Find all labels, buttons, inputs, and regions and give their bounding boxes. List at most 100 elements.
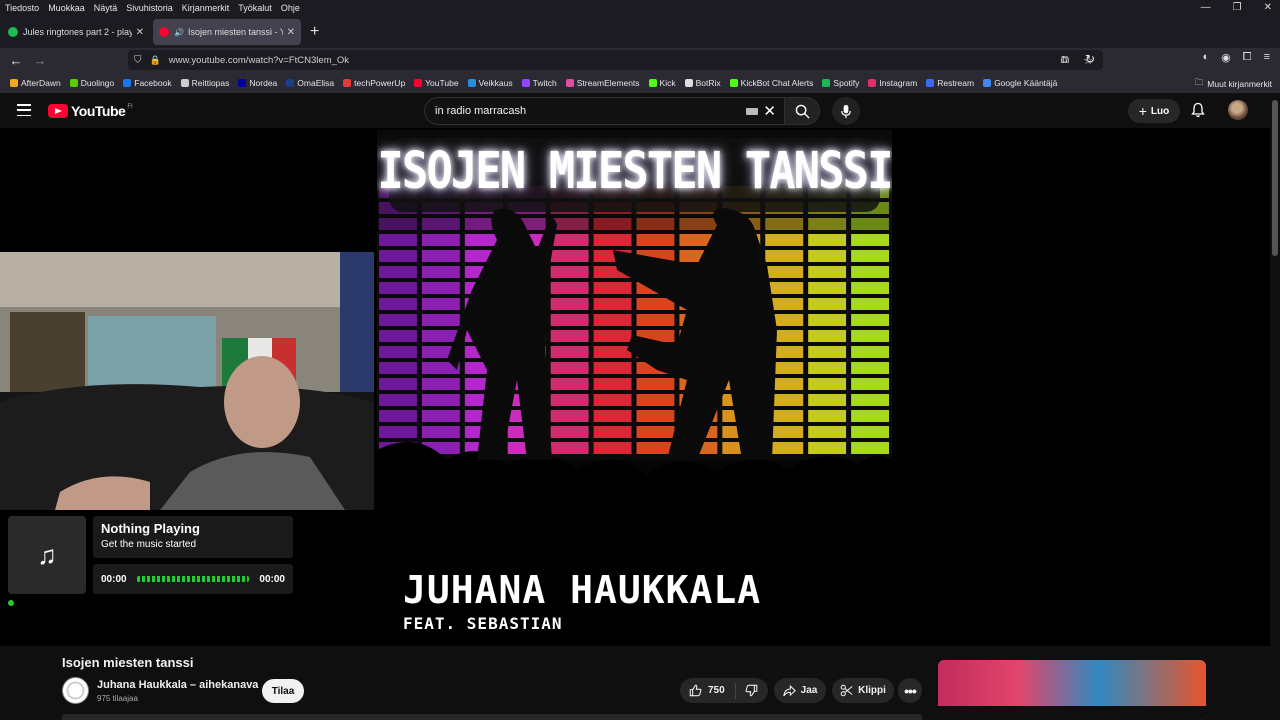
bookmark-label: OmaElisa xyxy=(297,77,335,88)
close-tab-icon[interactable]: ✕ xyxy=(287,27,295,38)
bookmark-label: Duolingo xyxy=(80,77,115,88)
subscriber-count: 975 tilaajaa xyxy=(97,694,138,703)
dislike-button[interactable] xyxy=(736,684,758,697)
share-label: Jaa xyxy=(800,685,818,696)
sidebar-ad-thumbnail[interactable] xyxy=(938,660,1206,720)
bookmark-favicon-icon xyxy=(238,78,247,87)
back-icon[interactable]: ← xyxy=(4,53,28,68)
bookmark-item[interactable]: Reittiopas xyxy=(180,78,229,88)
speaker-icon[interactable]: 🔊 xyxy=(174,28,184,37)
bookmark-item[interactable]: techPowerUp xyxy=(343,78,405,88)
bookmark-item[interactable]: AfterDawn xyxy=(10,78,61,88)
tab-playlist[interactable]: Jules ringtones part 2 - playlist ✕ xyxy=(2,19,150,45)
bookmark-item[interactable]: Spotify xyxy=(822,78,859,88)
shield-icon[interactable]: ⛉ xyxy=(134,55,142,66)
music-title: Nothing Playing xyxy=(101,521,200,536)
create-button[interactable]: + Luo xyxy=(1128,99,1180,123)
youtube-icon xyxy=(159,27,169,37)
extensions-puzzle-icon[interactable]: ⧠ xyxy=(1243,51,1252,64)
spotify-icon xyxy=(8,27,18,37)
menu-item[interactable]: Sivuhistoria xyxy=(126,3,173,13)
bookmark-favicon-icon xyxy=(648,78,657,87)
account-avatar[interactable] xyxy=(1228,100,1248,120)
video-title: Isojen miesten tanssi xyxy=(62,655,194,670)
create-label: Luo xyxy=(1150,105,1170,117)
close-window-icon[interactable]: ✕ xyxy=(1264,0,1272,16)
bookmark-item[interactable]: BotRix xyxy=(684,78,721,88)
youtube-logo[interactable]: YouTube FI xyxy=(48,103,133,119)
menu-icon[interactable]: ≡ xyxy=(1264,51,1270,64)
extension-icon[interactable]: ◐ xyxy=(1203,51,1210,64)
bookmark-item[interactable]: StreamElements xyxy=(565,78,640,88)
keyboard-icon[interactable] xyxy=(746,108,758,115)
bookmark-favicon-icon xyxy=(684,78,693,87)
thumbnail-featuring: FEAT. SEBASTIAN xyxy=(403,614,563,633)
other-bookmarks[interactable]: 🗀 Muut kirjanmerkit xyxy=(1195,77,1272,91)
reload-icon[interactable]: ↻ xyxy=(1085,52,1095,66)
search-input-value[interactable]: in radio marracash xyxy=(435,105,526,117)
video-frame: ISOJEN MIESTEN TANSSI JUHANA HAUKKALA FE… xyxy=(377,130,892,646)
menu-item[interactable]: Muokkaa xyxy=(48,3,85,13)
home-icon[interactable]: ⌂ xyxy=(1060,52,1067,66)
menu-item[interactable]: Ohje xyxy=(281,3,300,13)
bookmark-item[interactable]: Google Kääntäjä xyxy=(983,78,1057,88)
clear-search-icon[interactable]: ✕ xyxy=(763,102,776,120)
bookmarks-bar: AfterDawn Duolingo Facebook Reittiopas Norde… xyxy=(0,72,1280,94)
menu-item[interactable]: Tiedosto xyxy=(5,3,39,13)
bookmark-item[interactable]: Veikkaus xyxy=(467,77,513,88)
bookmark-item[interactable]: Facebook xyxy=(123,78,172,88)
tab-youtube-video[interactable]: 🔊 Isojen miesten tanssi - YouTube ✕ xyxy=(153,19,301,45)
lock-icon[interactable]: 🔒 xyxy=(150,55,161,66)
more-dots-icon: ••• xyxy=(904,682,917,699)
channel-name[interactable]: Juhana Haukkala – aihekanava xyxy=(97,679,258,691)
search-button[interactable] xyxy=(784,97,820,125)
youtube-wordmark: YouTube xyxy=(71,103,126,119)
bookmark-favicon-icon xyxy=(414,78,423,87)
menu-item[interactable]: Työkalut xyxy=(238,3,272,13)
bookmark-item[interactable]: OmaElisa xyxy=(286,78,334,88)
url-bar[interactable]: ⛉ 🔒 www.youtube.com/watch?v=FtCN3lem_Ok … xyxy=(128,50,1103,70)
minimize-icon[interactable]: — xyxy=(1201,0,1211,16)
voice-search-button[interactable] xyxy=(832,97,860,125)
scissors-icon xyxy=(840,684,853,697)
new-tab-icon[interactable]: + xyxy=(310,23,319,41)
page-scrollbar[interactable] xyxy=(1272,100,1278,256)
url-text[interactable]: www.youtube.com/watch?v=FtCN3lem_Ok xyxy=(169,55,349,66)
menu-item[interactable]: Näytä xyxy=(94,3,118,13)
bookmark-item[interactable]: Restream xyxy=(926,78,974,88)
bookmark-item[interactable]: KickBot Chat Alerts xyxy=(729,78,813,88)
more-actions-button[interactable]: ••• xyxy=(898,678,922,703)
forward-icon[interactable]: → xyxy=(28,53,52,68)
subscribe-button[interactable]: Tilaa xyxy=(262,679,304,703)
bookmark-label: Veikkaus xyxy=(478,77,513,88)
like-button[interactable]: 750 xyxy=(680,682,736,699)
bookmark-label: AfterDawn xyxy=(21,77,61,88)
bookmark-label: Google Kääntäjä xyxy=(994,77,1058,88)
thumbnail-artist: JUHANA HAUKKALA xyxy=(403,568,762,612)
music-progress: 00:00 00:00 xyxy=(93,564,293,594)
search-icon xyxy=(795,104,810,119)
clip-label: Klippi xyxy=(858,685,886,696)
menu-item[interactable]: Kirjanmerkit xyxy=(182,3,230,13)
like-count: 750 xyxy=(708,685,725,696)
region-code: FI xyxy=(127,104,133,110)
video-player[interactable]: ISOJEN MIESTEN TANSSI JUHANA HAUKKALA FE… xyxy=(0,128,1270,646)
close-tab-icon[interactable]: ✕ xyxy=(136,27,144,38)
profile-icon[interactable]: ◉ xyxy=(1221,51,1231,64)
restore-icon[interactable]: ❐ xyxy=(1233,0,1242,16)
bookmark-item[interactable]: YouTube xyxy=(414,78,459,88)
bookmark-item[interactable]: Kick xyxy=(648,78,676,88)
search-input[interactable]: in radio marracash ✕ xyxy=(424,97,784,125)
bookmark-favicon-icon xyxy=(467,78,476,87)
bookmark-item[interactable]: Nordea xyxy=(238,78,277,88)
clip-button[interactable]: Klippi xyxy=(832,678,894,703)
bookmark-favicon-icon xyxy=(868,78,877,87)
hamburger-menu-icon[interactable] xyxy=(17,104,31,116)
bookmark-item[interactable]: Duolingo xyxy=(69,77,115,88)
folder-icon: 🗀 xyxy=(1194,77,1204,87)
bookmark-item[interactable]: Twitch xyxy=(521,78,557,88)
notifications-button[interactable] xyxy=(1191,102,1205,123)
bookmark-item[interactable]: Instagram xyxy=(868,78,917,88)
share-button[interactable]: Jaa xyxy=(774,678,826,703)
channel-avatar[interactable] xyxy=(62,677,89,704)
